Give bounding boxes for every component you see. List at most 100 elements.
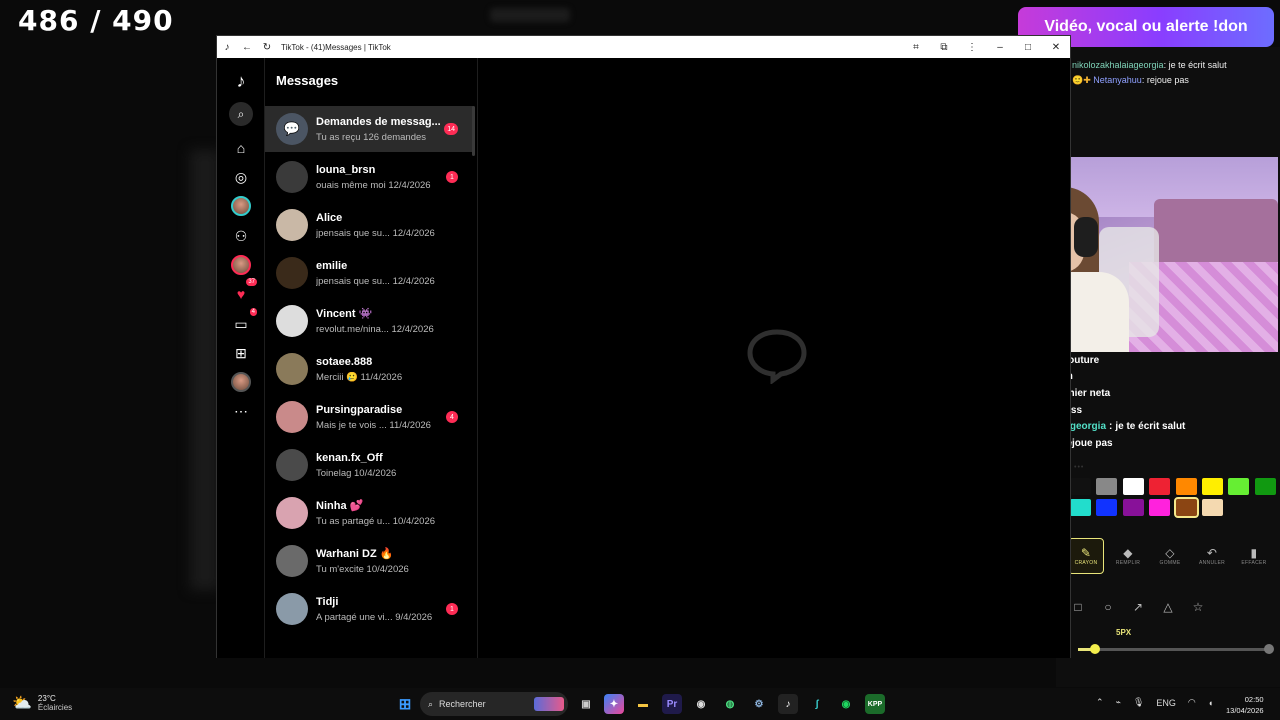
live-avatar[interactable] [229,253,253,277]
conversation-item[interactable]: Warhani DZ 🔥 Tu m'excite 10/4/2026 [265,538,473,584]
conversation-preview: Tu as partagé u... 10/4/2026 [316,516,436,527]
color-swatch[interactable] [1096,478,1118,495]
pencil-tool-button[interactable]: ✎ CRAYON [1068,538,1104,574]
blurred-title [490,8,570,22]
friends-icon[interactable]: ⚇ [229,224,253,248]
activity-badge: 37 [246,278,257,286]
conversation-preview: Toinelag 10/4/2026 [316,467,397,479]
conversation-item[interactable]: Alice jpensais que su... 12/4/2026 [265,202,473,248]
tiktok-taskbar-icon[interactable]: ♪ [778,694,798,714]
conversation-avatar [276,161,308,193]
undo-tool-button[interactable]: ↶ ANNULER [1194,538,1230,574]
color-swatch[interactable] [1122,478,1144,495]
arrow-icon[interactable]: ↗ [1130,600,1146,614]
color-swatch[interactable] [1173,497,1199,518]
unread-badge: 14 [444,123,458,135]
conversation-avatar [276,449,308,481]
kpp-icon[interactable]: KPP [865,694,885,714]
tool-label: GOMME [1159,560,1181,566]
shape-tools: □ ○ ↗ △ ☆ [1070,600,1206,614]
spotify-icon[interactable]: ◉ [836,694,856,714]
home-icon[interactable]: ⌂ [229,136,253,160]
browser-titlebar: ♪ ← ↻ TikTok - (41)Messages | TikTok ⌗ ⧉… [217,36,1070,58]
network-icon[interactable]: ⌁ [1116,697,1121,708]
color-swatch[interactable] [1149,478,1171,495]
rectangle-icon[interactable]: □ [1070,600,1086,614]
extensions-icon[interactable]: ⧉ [930,42,958,53]
messages-title: Messages [276,73,339,88]
conversation-item[interactable]: emilie jpensais que su... 12/4/2026 [265,250,473,296]
conversation-item[interactable]: Ninha 💕 Tu as partagé u... 10/4/2026 [265,490,473,536]
eraser-tool-button[interactable]: ◇ GOMME [1152,538,1188,574]
color-swatch[interactable] [1228,478,1250,495]
tiktok-browser-window: ♪ ← ↻ TikTok - (41)Messages | TikTok ⌗ ⧉… [216,35,1071,658]
reload-icon[interactable]: ↻ [257,42,277,53]
file-explorer-icon[interactable]: ▬ [633,694,653,714]
color-swatch[interactable] [1175,478,1197,495]
ellipse-icon[interactable]: ○ [1100,600,1116,614]
chrome-icon[interactable]: ◍ [720,694,740,714]
conversation-item[interactable]: Pursingparadise Mais je te vois ... 11/4/… [265,394,473,440]
close-button[interactable]: ✕ [1042,42,1070,53]
profile-avatar[interactable] [229,370,253,394]
task-view-icon[interactable]: ▣ [576,694,596,714]
star-icon[interactable]: ☆ [1190,600,1206,614]
language-indicator[interactable]: ENG [1156,698,1176,708]
conversation-item[interactable]: 💬 Demandes de messag... Tu as reçu 126 dem… [265,106,473,152]
color-swatch[interactable] [1122,499,1144,516]
tiktok-favicon-icon: ♪ [224,41,230,53]
tiktok-logo-icon[interactable]: ♪ [229,69,253,93]
color-swatch[interactable] [1096,499,1118,516]
color-swatch[interactable] [1149,499,1171,516]
conversation-item[interactable]: Vincent 👾 revolut.me/nina... 12/4/2026 [265,298,473,344]
trash-tool-button[interactable]: ▮ EFFACER [1236,538,1272,574]
search-icon[interactable]: ⌕ [229,102,253,126]
translate-icon[interactable]: ⌗ [902,42,930,53]
following-avatar[interactable] [229,194,253,218]
weather-widget[interactable]: ⛅ 23°C Éclaircies [12,693,72,713]
color-swatch[interactable] [1254,478,1276,495]
maximize-button[interactable]: □ [1014,42,1042,53]
more-icon[interactable]: ⋯ [229,399,253,423]
volume-icon[interactable]: ◖ [1208,698,1213,708]
weather-text: Éclaircies [37,703,73,712]
undo-icon: ↶ [1206,546,1218,560]
back-icon[interactable]: ← [237,42,257,53]
color-swatch[interactable] [1070,499,1091,516]
chevron-up-icon[interactable]: ⌃ [1096,697,1104,708]
conversation-item[interactable]: Tidji A partagé une vi... 9/4/2026 1 [265,586,473,632]
obs-icon[interactable]: ◉ [691,694,711,714]
conversation-avatar [276,305,308,337]
conversation-name: emilie [316,259,348,272]
start-button[interactable]: ⊞ [395,694,415,714]
explore-icon[interactable]: ◎ [229,165,253,189]
minimize-button[interactable]: – [986,42,1014,53]
bucket-tool-button[interactable]: ◆ REMPLIR [1110,538,1146,574]
color-swatch[interactable] [1070,478,1091,495]
clock[interactable]: 02:50 13/04/2026 [1226,694,1264,716]
microphone-icon[interactable]: 🎙 [1133,697,1144,708]
wifi-icon[interactable]: ◠ [1188,697,1196,708]
conversation-avatar [276,497,308,529]
copilot-icon[interactable]: ✦ [604,694,624,714]
scrollbar[interactable] [472,106,475,156]
menu-icon[interactable]: ⋮ [958,42,986,53]
mouse-cursor-icon: ☝ [477,127,478,144]
activity-icon[interactable]: ♥ 37 [229,278,257,306]
steam-icon[interactable]: ⚙ [749,694,769,714]
premiere-icon[interactable]: Pr [662,694,682,714]
messages-panel: Messages 💬 Demandes de messag... Tu as reç… [265,58,478,658]
conversation-preview: Merciii 🥲 11/4/2026 [316,371,403,383]
conversation-item[interactable]: kenan.fx_Off Toinelag 10/4/2026 [265,442,473,488]
upload-icon[interactable]: ⊞ [229,341,253,365]
brush-size-slider[interactable] [1078,644,1274,654]
messages-icon[interactable]: ▭ 4 [229,308,257,336]
taskbar-search[interactable]: ⌕ Rechercher [420,692,568,716]
color-swatch[interactable] [1201,478,1223,495]
triangle-icon[interactable]: △ [1160,600,1176,614]
script-app-icon[interactable]: ʃ [807,694,827,714]
conversation-item[interactable]: louna_brsn ouais même moi 12/4/2026 1 [265,154,473,200]
color-swatch[interactable] [1201,499,1223,516]
conversation-name: Alice [316,211,343,224]
conversation-item[interactable]: sotaee.888 Merciii 🥲 11/4/2026 [265,346,473,392]
